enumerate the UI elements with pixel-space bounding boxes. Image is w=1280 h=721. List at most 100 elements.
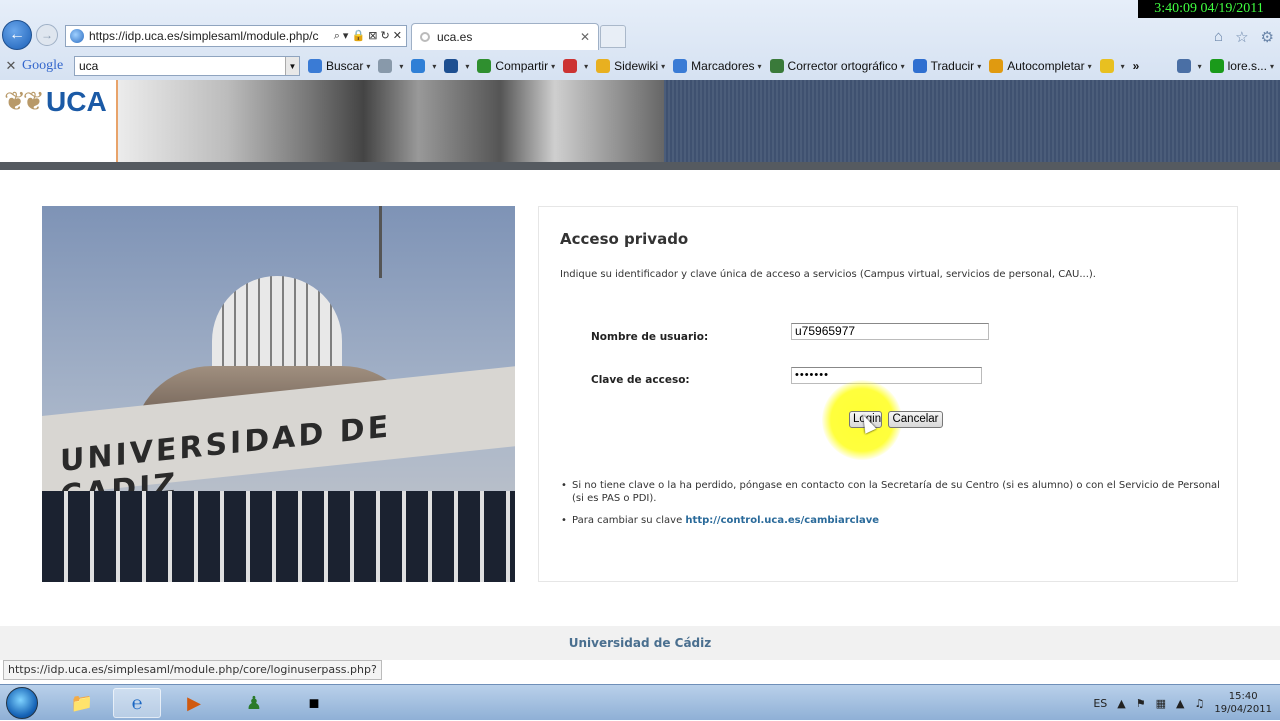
browser-right-icons: ⌂ ☆ ⚙ [1214,28,1274,46]
search-icon [308,59,322,73]
internet-explorer-icon[interactable]: ℮ [113,688,161,718]
media-player-icon[interactable]: ▶ [170,688,218,718]
web-page: ❦❦ UCA UNIVERSIDAD DE CADIZ Acceso priva… [0,80,1280,660]
dropdown-arrow-icon: ▾ [900,61,905,71]
flag-icon[interactable]: ⚑ [1136,697,1146,710]
page-icon [378,59,393,73]
users-icon[interactable]: ♟ [230,688,278,718]
toolbar-item-corrector-ortogr-fico[interactable]: Corrector ortográfico ▾ [769,59,905,73]
dropdown-arrow-icon: ▾ [1269,61,1274,71]
signal-icon[interactable]: ▲ [1176,697,1184,710]
toolbar-item-highlighter-icon[interactable]: ▾ [1099,59,1125,73]
dropdown-arrow-icon: ▾ [551,61,556,71]
navigation-row: ← → https://idp.uca.es/simplesaml/module… [0,18,1280,54]
dropdown-arrow-icon: ▾ [977,61,982,71]
chevron-down-icon[interactable]: ▼ [285,57,299,75]
explorer-icon[interactable]: 📁 [58,688,106,718]
pencil-icon [989,59,1004,73]
note-lost-password: Si no tiene clave o la ha perdido, pónga… [561,479,1221,505]
username-field[interactable]: u75965977 [791,323,989,340]
toolbar-item-autocompletar-label: Autocompletar [1007,59,1085,73]
password-label: Clave de acceso: [591,374,690,386]
dropdown-arrow-icon: ▾ [465,61,470,71]
toolbar-item-compartir-label: Compartir [495,59,549,73]
start-button[interactable] [6,687,38,719]
browser-chrome: ← → https://idp.uca.es/simplesaml/module… [0,0,1280,80]
address-tools[interactable]: ⌕ ▾ 🔒 ⊠ ↻ ✕ [334,29,406,43]
close-toolbar-icon[interactable]: ✕ [0,58,22,74]
toolbar-item-traducir-label: Traducir [930,59,975,73]
toolbar-right-wrench-icon[interactable]: ▾ [1176,59,1202,73]
uca-banner: ❦❦ UCA [0,80,1280,162]
toolbar-item-marcadores[interactable]: Marcadores ▾ [673,59,762,73]
taskbar: 📁 ℮ ▶ ♟ ■ ES ▲ ⚑ ▦ ▲ ♫ 15:40 19/04/2011 [0,684,1280,720]
account-icon [1209,59,1224,73]
recorder-icon[interactable]: ■ [290,688,338,718]
toolbar-overflow[interactable]: » [1133,59,1140,73]
toolbar-item-sidewiki-label: Sidewiki [614,59,659,73]
banner-divider [0,162,1280,170]
uca-logo[interactable]: ❦❦ UCA [0,80,118,162]
site-icon [70,29,84,43]
spellcheck-icon [769,59,784,73]
toolbar-item-traducir[interactable]: Traducir ▾ [912,59,982,73]
antenna-shape [379,206,382,278]
dropdown-arrow-icon: ▾ [1120,61,1125,71]
clock-overlay: 3:40:09 04/19/2011 [1138,0,1280,18]
dropdown-arrow-icon: ▾ [1087,61,1092,71]
tab-uca[interactable]: uca.es ✕ [411,23,599,50]
share-icon [477,59,492,73]
username-label: Nombre de usuario: [591,331,709,343]
sidewiki-icon [596,59,611,73]
highlighter-icon [1099,59,1114,73]
back-button[interactable]: ← [2,20,32,50]
toolbar-item-plus-icon[interactable]: ▾ [411,59,436,73]
cancel-button[interactable]: Cancelar [888,411,943,428]
toolbar-item-pagerank-icon[interactable]: ▾ [563,59,588,73]
change-password-link[interactable]: http://control.uca.es/cambiarclave [685,515,879,526]
dropdown-arrow-icon: ▾ [584,61,589,71]
loading-icon [420,32,430,42]
pagerank-icon [563,59,578,73]
dropdown-arrow-icon: ▾ [1197,61,1202,71]
toolbar-item-compartir[interactable]: Compartir ▾ [477,59,555,73]
gear-icon[interactable]: ⚙ [1261,28,1274,46]
banner-stripes [664,80,1280,162]
toolbar-item-globe-icon[interactable]: ▾ [444,59,469,73]
dropdown-arrow-icon: ▾ [661,61,666,71]
tab-title: uca.es [437,30,473,44]
language-indicator[interactable]: ES [1093,697,1107,710]
address-text: https://idp.uca.es/simplesaml/module.php… [89,29,319,43]
network-icon[interactable]: ▦ [1156,697,1166,710]
dropdown-arrow-icon: ▾ [366,61,371,71]
google-search-input[interactable]: uca ▼ [74,56,300,76]
volume-icon[interactable]: ♫ [1194,697,1204,710]
forward-button[interactable]: → [36,24,58,46]
tray-clock[interactable]: 15:40 19/04/2011 [1214,690,1272,716]
dropdown-arrow-icon: ▾ [757,61,762,71]
toolbar-item-corrector-ortogr-fico-label: Corrector ortográfico [787,59,898,73]
help-notes: Si no tiene clave o la ha perdido, pónga… [561,479,1221,536]
toolbar-right-account-icon-label: lore.s... [1227,59,1267,73]
logo-text: UCA [46,86,107,117]
wrench-icon [1176,59,1191,73]
address-bar[interactable]: https://idp.uca.es/simplesaml/module.php… [65,25,407,47]
tab-close-icon[interactable]: ✕ [580,30,590,44]
windows-shape [42,491,515,582]
bookmark-star-icon [673,59,688,73]
translate-icon [912,59,927,73]
laurel-icon: ❦❦ [4,86,45,116]
status-bar-url: https://idp.uca.es/simplesaml/module.php… [3,660,382,680]
password-field[interactable]: ••••••• [791,367,982,384]
toolbar-item-sidewiki[interactable]: Sidewiki ▾ [596,59,665,73]
note-change-password: Para cambiar su clave http://control.uca… [561,514,1221,527]
tray-arrow-icon[interactable]: ▲ [1117,697,1125,710]
toolbar-right-account-icon[interactable]: lore.s... ▾ [1209,59,1274,73]
star-icon[interactable]: ☆ [1235,28,1248,46]
home-icon[interactable]: ⌂ [1214,28,1223,46]
toolbar-item-page-icon[interactable]: ▾ [378,59,403,73]
system-tray: ES ▲ ⚑ ▦ ▲ ♫ 15:40 19/04/2011 [1093,685,1272,721]
new-tab-button[interactable] [600,25,626,48]
toolbar-item-buscar[interactable]: Buscar ▾ [308,59,370,73]
toolbar-item-autocompletar[interactable]: Autocompletar ▾ [989,59,1092,73]
